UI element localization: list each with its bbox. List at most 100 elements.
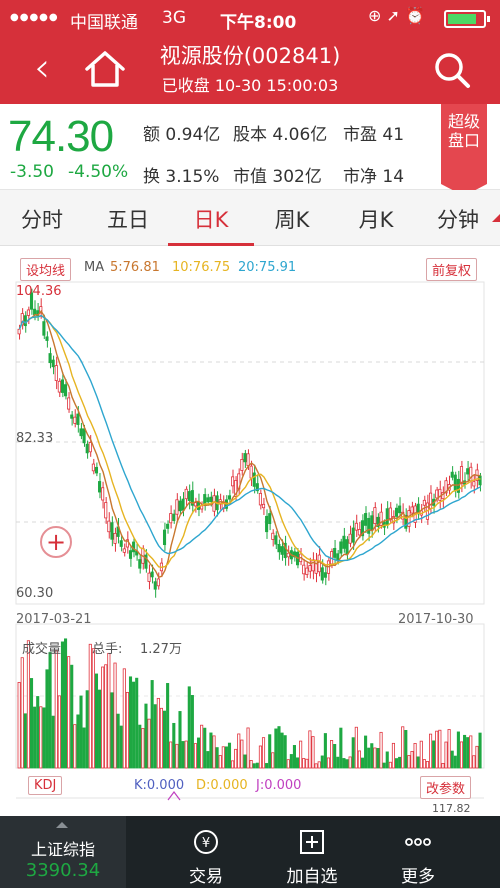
volume-bar <box>23 713 27 769</box>
kdj-marker <box>167 791 181 801</box>
volume-bar <box>107 652 111 769</box>
volume-bar <box>354 726 358 769</box>
volume-bar <box>425 761 430 769</box>
index-value: 3390.34 <box>25 860 101 881</box>
volume-bar <box>94 673 99 769</box>
volume-bar <box>150 680 154 769</box>
candle-body <box>277 543 281 553</box>
volume-bar <box>261 737 266 769</box>
volume-bar <box>348 756 352 769</box>
zoom-plus-button[interactable]: + <box>40 526 72 558</box>
volume-bar <box>302 758 306 769</box>
tab-monthly-k[interactable]: 月K <box>346 204 406 234</box>
candle-body <box>172 513 176 521</box>
tab-daily-k[interactable]: 日K <box>181 204 241 234</box>
super-order-book-button[interactable]: 超级 盘口 <box>441 104 487 196</box>
tab-intraday[interactable]: 分时 <box>12 204 72 234</box>
candle-body <box>231 476 235 487</box>
index-ticker[interactable]: 上证综指 3390.34 <box>0 816 126 888</box>
price-frame <box>15 281 485 605</box>
price-change: -3.50 <box>10 162 54 182</box>
volume-bar <box>323 733 327 769</box>
candle-body <box>184 488 188 500</box>
volume-bar <box>410 750 414 769</box>
volume-total-value: 1.27万 <box>140 642 182 657</box>
stat-pb-ratio: 市净 14 <box>343 167 405 187</box>
candle-body <box>246 453 250 466</box>
volume-bar <box>42 707 46 769</box>
trade-button[interactable]: ¥ 交易 <box>156 816 256 888</box>
candle-body <box>286 552 290 558</box>
volume-bar <box>398 756 402 769</box>
volume-bar <box>231 760 235 769</box>
volume-bar <box>70 664 74 769</box>
kdj-indicator-button[interactable]: KDJ <box>28 776 63 795</box>
volume-bar <box>289 754 293 769</box>
tab-minute[interactable]: 分钟 <box>428 204 488 234</box>
volume-bar <box>317 761 321 769</box>
volume-bar <box>119 725 123 769</box>
volume-bar <box>249 760 253 769</box>
volume-bar <box>283 735 287 769</box>
volume-bar <box>299 740 303 769</box>
market-status: 已收盘 10-30 15:00:03 <box>161 76 339 95</box>
volume-bar <box>60 641 65 769</box>
volume-bar <box>20 657 24 769</box>
search-icon[interactable] <box>432 50 472 90</box>
volume-bar <box>385 751 389 769</box>
volume-bar <box>463 734 467 769</box>
candle-body <box>308 565 312 572</box>
price-low-label: 60.30 <box>16 586 54 601</box>
volume-bar <box>17 682 21 769</box>
volume-bar <box>379 731 383 769</box>
candle-body <box>156 578 160 587</box>
more-dots-icon <box>405 838 431 846</box>
volume-bar <box>391 742 395 769</box>
plus-square-icon <box>300 830 324 854</box>
stat-share-capital: 股本 4.06亿 <box>233 125 328 145</box>
volume-bar <box>45 669 49 769</box>
volume-bar <box>169 741 173 769</box>
tab-five-day[interactable]: 五日 <box>98 204 158 234</box>
candle-body <box>453 474 457 491</box>
volume-bar <box>153 704 157 769</box>
candle-body <box>110 522 114 540</box>
volume-bar <box>466 737 470 769</box>
candle-body <box>153 581 157 590</box>
volume-bar <box>401 726 405 769</box>
volume-bar <box>404 730 408 769</box>
volume-bar <box>64 638 68 769</box>
candle-body <box>320 567 324 581</box>
candlesticks <box>17 288 482 598</box>
stat-turnover-amount: 额 0.94亿 <box>143 125 221 145</box>
add-watchlist-button[interactable]: 加自选 <box>262 816 362 888</box>
kdj-k-value: K:0.000 <box>134 778 185 793</box>
change-params-button[interactable]: 改参数 <box>420 776 472 799</box>
candle-body <box>54 365 58 381</box>
volume-bar <box>295 757 300 769</box>
candle-body <box>243 453 247 463</box>
tab-weekly-k[interactable]: 周K <box>262 204 322 234</box>
candle-body <box>388 507 392 520</box>
kline-chart-area[interactable]: 设均线 MA 5:76.81 10:76.75 20:75.91 前复权 104… <box>0 246 500 816</box>
volume-bar <box>48 652 52 769</box>
candle-body <box>410 506 414 514</box>
volume-bar <box>224 746 228 769</box>
volume-bar <box>98 689 102 769</box>
volume-bar <box>271 752 275 769</box>
candle-body <box>60 379 65 393</box>
candle-body <box>466 468 470 475</box>
volume-bar <box>178 711 182 769</box>
stock-header: ‹ 视源股份(002841) 已收盘 10-30 15:00:03 <box>0 36 500 104</box>
volume-bar <box>166 683 170 769</box>
volume-bar <box>57 695 61 769</box>
candle-body <box>249 465 253 479</box>
volume-bar <box>333 744 337 769</box>
volume-bar <box>419 740 423 769</box>
volume-bar <box>218 755 222 769</box>
more-button[interactable]: 更多 <box>368 816 468 888</box>
volume-bar <box>330 740 334 769</box>
volume-bar <box>221 746 225 769</box>
candle-body <box>166 523 170 529</box>
volume-bar <box>394 758 399 769</box>
